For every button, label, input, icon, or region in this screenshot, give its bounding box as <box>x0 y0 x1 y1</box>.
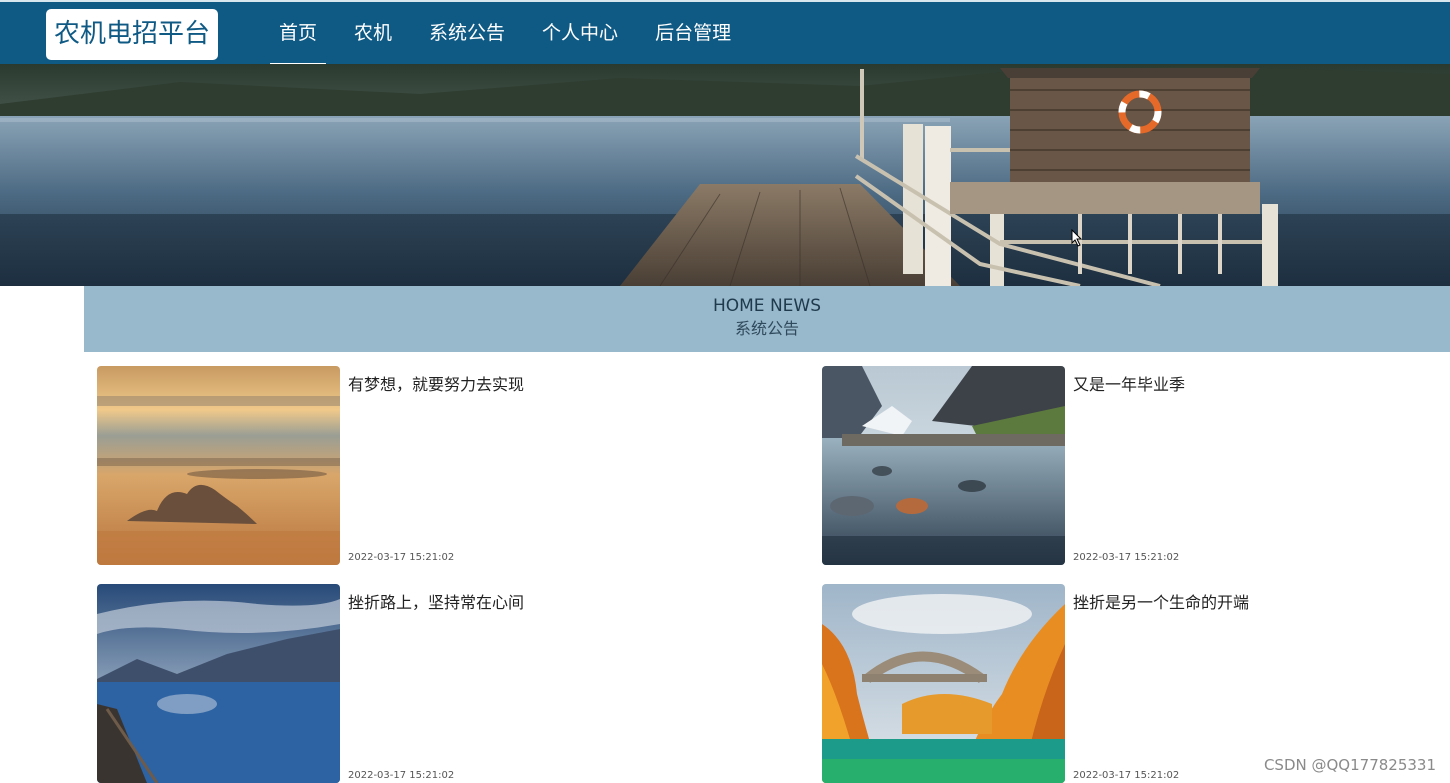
site-logo[interactable]: 农机电招平台 <box>46 9 218 60</box>
news-title[interactable]: 挫折路上，坚持常在心间 <box>348 589 524 613</box>
mountain-river-image <box>822 366 1065 565</box>
news-section-header: HOME NEWS 系统公告 <box>84 286 1450 352</box>
nav-item-admin[interactable]: 后台管理 <box>646 2 740 66</box>
top-navbar: 农机电招平台 首页 农机 系统公告 个人中心 后台管理 <box>0 0 1450 66</box>
news-card[interactable]: 有梦想，就要努力去实现 2022-03-17 15:21:02 <box>97 366 797 566</box>
news-title-en: HOME NEWS <box>712 296 822 316</box>
nav-item-announcements[interactable]: 系统公告 <box>420 2 514 66</box>
nav-item-home[interactable]: 首页 <box>270 2 327 66</box>
lake-mountains-image <box>97 584 340 783</box>
news-date: 2022-03-17 15:21:02 <box>1073 552 1180 563</box>
banner-carousel[interactable] <box>0 64 1450 286</box>
news-thumbnail[interactable] <box>822 366 1065 565</box>
news-thumbnail[interactable] <box>822 584 1065 783</box>
news-date: 2022-03-17 15:21:02 <box>348 770 455 781</box>
watermark: CSDN @QQ177825331 <box>1263 756 1436 774</box>
news-title[interactable]: 挫折是另一个生命的开端 <box>1073 589 1249 613</box>
mouse-cursor-icon <box>1071 229 1083 247</box>
news-card[interactable]: 又是一年毕业季 2022-03-17 15:21:02 <box>822 366 1450 566</box>
sunset-clouds-image <box>97 366 340 565</box>
banner-image <box>0 64 1450 286</box>
news-card[interactable]: 挫折路上，坚持常在心间 2022-03-17 15:21:02 <box>97 584 797 783</box>
news-title-cn: 系统公告 <box>734 319 799 338</box>
news-card[interactable]: 挫折是另一个生命的开端 2022-03-17 15:21:02 <box>822 584 1450 783</box>
autumn-bridge-image <box>822 584 1065 783</box>
main-nav: 首页 农机 系统公告 个人中心 后台管理 <box>270 2 759 66</box>
news-thumbnail[interactable] <box>97 366 340 565</box>
nav-item-personal-center[interactable]: 个人中心 <box>533 2 627 66</box>
news-date: 2022-03-17 15:21:02 <box>348 552 455 563</box>
news-title[interactable]: 有梦想，就要努力去实现 <box>348 371 524 395</box>
news-thumbnail[interactable] <box>97 584 340 783</box>
news-date: 2022-03-17 15:21:02 <box>1073 770 1180 781</box>
nav-item-machinery[interactable]: 农机 <box>345 2 401 66</box>
news-title[interactable]: 又是一年毕业季 <box>1073 371 1185 395</box>
